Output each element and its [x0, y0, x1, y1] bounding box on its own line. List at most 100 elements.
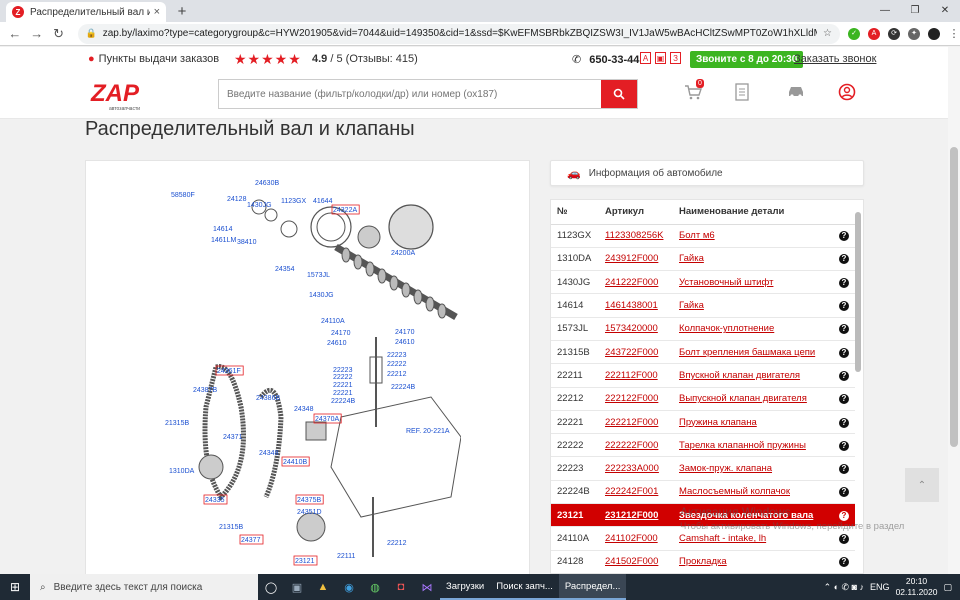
diagram-callout-label[interactable]: 24387B: [193, 387, 217, 394]
diagram-callout-label[interactable]: 24335: [205, 497, 225, 504]
diagram-callout-label[interactable]: 22224B: [331, 398, 355, 405]
a1-icon[interactable]: A: [640, 52, 651, 64]
table-row[interactable]: 22223 222233A000 Замок-пруж. клапана?: [551, 456, 855, 481]
part-article-link[interactable]: 1461438001: [605, 300, 658, 311]
edge-icon[interactable]: ◉: [336, 574, 362, 600]
diagram-callout-label[interactable]: 24371: [223, 434, 243, 441]
vs-icon[interactable]: ⋈: [414, 574, 440, 600]
browser-tab[interactable]: Z Распределительный вал и клапа ×: [6, 2, 166, 22]
diagram-callout-label[interactable]: 24110A: [321, 318, 345, 325]
help-icon[interactable]: ?: [839, 557, 849, 568]
help-icon[interactable]: ?: [839, 231, 849, 242]
table-row[interactable]: 1430JG 241222F000 Установочный штифт?: [551, 270, 855, 295]
diagram-callout-label[interactable]: 22221: [333, 382, 353, 389]
table-row[interactable]: 1310DA 243912F000 Гайка?: [551, 247, 855, 272]
diagram-callout-label[interactable]: 21315B: [165, 420, 189, 427]
diagram-callout-label[interactable]: 22223: [333, 367, 353, 374]
part-name-link[interactable]: Замок-пруж. клапана: [679, 463, 772, 474]
page-scrollbar[interactable]: [948, 47, 960, 574]
diagram-callout-label[interactable]: 22224B: [391, 384, 415, 391]
part-article-link[interactable]: 222222F000: [605, 440, 658, 451]
part-name-link[interactable]: Гайка: [679, 300, 704, 311]
part-article-link[interactable]: 231212F000: [605, 510, 658, 521]
save-app-icon[interactable]: ▣: [284, 574, 310, 600]
notifications-icon[interactable]: ▢: [943, 582, 952, 593]
part-article-link[interactable]: 222212F000: [605, 417, 658, 428]
diagram-callout-label[interactable]: 24354: [275, 266, 295, 273]
part-article-link[interactable]: 222233A000: [605, 463, 659, 474]
diagram-callout-label[interactable]: 24377: [241, 537, 261, 544]
diagram-callout-label[interactable]: 1430JG: [247, 202, 272, 209]
extension-sync-icon[interactable]: ⟳: [888, 27, 901, 40]
part-article-link[interactable]: 243912F000: [605, 253, 658, 264]
diagram-callout-label[interactable]: 24348: [294, 406, 314, 413]
part-name-link[interactable]: Болт крепления башмака цепи: [679, 347, 815, 358]
diagram-callout-label[interactable]: 24348: [259, 450, 279, 457]
table-row[interactable]: 22211 222112F000 Впускной клапан двигателя…: [551, 363, 855, 388]
browser-menu-icon[interactable]: ⋮: [948, 28, 960, 40]
help-icon[interactable]: ?: [839, 440, 849, 451]
diagram-callout-label[interactable]: 41644: [313, 198, 333, 205]
order-callback-link[interactable]: Заказать звонок: [794, 53, 876, 65]
close-window-button[interactable]: ✕: [930, 0, 960, 20]
taskbar-app-search[interactable]: Поиск запч...: [490, 574, 559, 600]
part-name-link[interactable]: Впускной клапан двигателя: [679, 370, 800, 381]
cart-button[interactable]: 0: [684, 79, 704, 103]
diagram-callout-label[interactable]: 1310DA: [169, 468, 195, 475]
chrome-icon[interactable]: ◍: [362, 574, 388, 600]
table-row[interactable]: 22222 222222F000 Тарелка клапанной пружины…: [551, 433, 855, 458]
part-name-link[interactable]: Прокладка: [679, 556, 727, 567]
rating-summary[interactable]: 4.9 / 5 (Отзывы: 415): [312, 53, 418, 65]
back-icon[interactable]: ←: [4, 26, 26, 41]
diagram-callout-label[interactable]: 1123GX: [281, 198, 306, 205]
table-row[interactable]: 1123GX 1123308256K Болт м6?: [551, 224, 855, 248]
part-article-link[interactable]: 243722F000: [605, 347, 658, 358]
new-tab-button[interactable]: +: [172, 1, 192, 21]
part-article-link[interactable]: 241502F000: [605, 556, 658, 567]
help-icon[interactable]: ?: [839, 254, 849, 265]
garage-button[interactable]: [786, 83, 806, 103]
phone-number[interactable]: ✆ 650-33-44: [572, 53, 639, 66]
search-button[interactable]: [601, 80, 637, 108]
diagram-callout-label[interactable]: 24375B: [297, 497, 321, 504]
exploded-parts-diagram[interactable]: 58580F 24128 24630B 1123GX 4164424322A 1430JG…: [161, 167, 461, 575]
extensions-puzzle-icon[interactable]: ✦: [908, 27, 921, 40]
part-article-link[interactable]: 222242F001: [605, 486, 658, 497]
windows-start-icon[interactable]: ⊞: [0, 580, 30, 594]
help-icon[interactable]: ?: [839, 510, 849, 521]
diagram-callout-label[interactable]: 22222: [387, 361, 407, 368]
part-name-link[interactable]: Колпачок-уплотнение: [679, 323, 774, 334]
tab-close-icon[interactable]: ×: [154, 6, 160, 18]
help-icon[interactable]: ?: [839, 487, 849, 498]
diagram-callout-label[interactable]: 24200A: [391, 250, 415, 257]
diagram-callout-label[interactable]: 38410: [237, 239, 257, 246]
diagram-callout-label[interactable]: 24410B: [283, 459, 307, 466]
table-row[interactable]: 22221 222212F000 Пружина клапана?: [551, 410, 855, 435]
account-button[interactable]: [838, 83, 858, 103]
diagram-callout-label[interactable]: 24351D: [297, 509, 322, 516]
reload-icon[interactable]: ↻: [48, 26, 70, 42]
table-row[interactable]: 21315B 243722F000 Болт крепления башмака ц…: [551, 340, 855, 365]
part-name-link[interactable]: Установочный штифт: [679, 277, 773, 288]
table-row[interactable]: 24128 241502F000 Прокладка?: [551, 550, 855, 573]
diagram-callout-label[interactable]: 22223: [387, 352, 407, 359]
zap-logo[interactable]: ZAP автозапчасти: [89, 77, 151, 113]
diagram-callout-label[interactable]: 24610: [327, 340, 347, 347]
app-yellow-icon[interactable]: ▲: [310, 574, 336, 600]
diagram-callout-label[interactable]: 1573JL: [307, 272, 330, 279]
help-icon[interactable]: ?: [839, 277, 849, 288]
call-hours-badge[interactable]: Звоните с 8 до 20:30: [690, 51, 804, 68]
forward-icon[interactable]: →: [26, 26, 48, 41]
language-indicator[interactable]: ENG: [870, 582, 890, 592]
task-view-icon[interactable]: ◯: [258, 574, 284, 600]
diagram-callout-label[interactable]: 22222: [333, 374, 353, 381]
table-row[interactable]: 22212 222122F000 Выпускной клапан двигател…: [551, 387, 855, 411]
mts-icon[interactable]: ▣: [655, 52, 666, 64]
diagram-callout-label[interactable]: REF. 20-221A: [406, 428, 450, 435]
table-row[interactable]: 22224B 222242F001 Маслосъемный колпачок?: [551, 480, 855, 505]
bookmark-star-icon[interactable]: ☆: [823, 28, 832, 39]
help-icon[interactable]: ?: [839, 324, 849, 335]
part-name-link[interactable]: Выпускной клапан двигателя: [679, 393, 807, 404]
diagram-callout-label[interactable]: 14614: [213, 226, 233, 233]
extension-adblock-icon[interactable]: A: [868, 27, 881, 40]
